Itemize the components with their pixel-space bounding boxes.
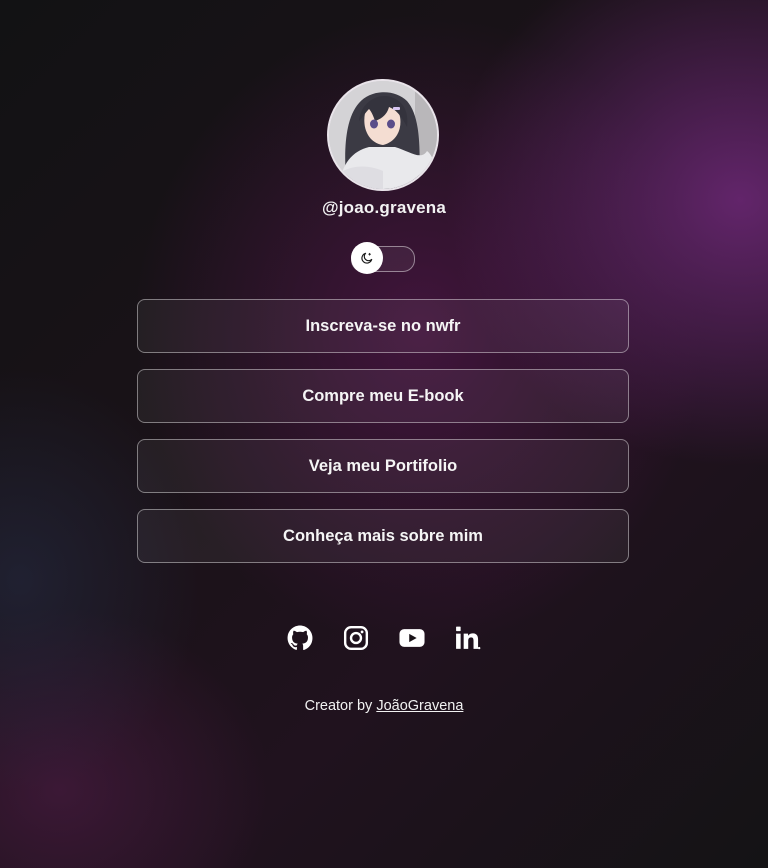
youtube-icon[interactable] [399,624,425,652]
github-icon[interactable] [287,624,313,652]
link-list: Inscreva-se no nwfr Compre meu E-book Ve… [137,299,629,579]
instagram-icon[interactable] [343,624,369,652]
moon-icon [361,252,373,264]
link-button-newsletter[interactable]: Inscreva-se no nwfr [137,299,629,353]
social-links [0,624,768,652]
avatar-image [329,81,437,189]
footer-prefix: Creator by [304,698,373,714]
linkedin-icon[interactable] [455,624,481,652]
author-link[interactable]: JoãoGravena [376,698,463,714]
avatar [327,79,439,191]
link-button-ebook[interactable]: Compre meu E-book [137,369,629,423]
theme-toggle-knob[interactable] [351,242,383,274]
link-button-portfolio[interactable]: Veja meu Portifolio [137,439,629,493]
username: @joao.gravena [321,198,447,217]
link-button-about[interactable]: Conheça mais sobre mim [137,509,629,563]
profile-page: @joao.gravena Inscreva-se no nwfr Compre… [0,0,768,868]
theme-toggle[interactable] [351,242,415,274]
footer-credit: Creator by JoãoGravena [0,698,768,714]
